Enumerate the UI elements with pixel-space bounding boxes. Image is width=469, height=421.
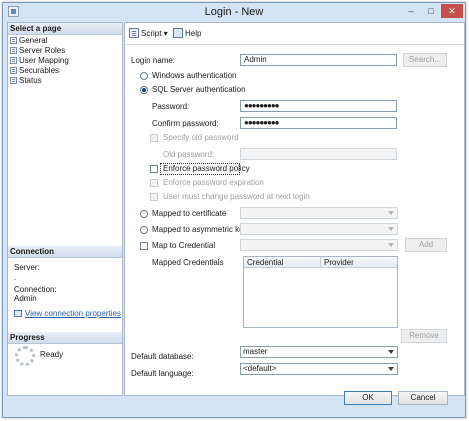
- page-icon: [10, 57, 17, 64]
- cancel-button[interactable]: Cancel: [398, 391, 448, 405]
- server-label: Server:: [14, 263, 40, 272]
- page-icon: [10, 47, 17, 54]
- sql-auth-radio[interactable]: [140, 86, 148, 94]
- default-language-select[interactable]: <default>: [240, 363, 398, 375]
- must-change-password-checkbox[interactable]: [150, 193, 158, 201]
- windows-auth-radio[interactable]: [140, 72, 148, 80]
- help-button[interactable]: Help: [173, 28, 201, 40]
- password-input[interactable]: ●●●●●●●●●: [240, 100, 397, 112]
- page-icon: [10, 67, 17, 74]
- minimize-button[interactable]: –: [401, 4, 421, 18]
- mapped-credentials-grid[interactable]: Credential Provider: [243, 256, 398, 328]
- mapped-certificate-label[interactable]: Mapped to certificate: [152, 209, 226, 219]
- script-icon: [129, 28, 139, 38]
- left-pane: Select a page General Server Roles User …: [7, 22, 123, 396]
- mapped-credentials-label: Mapped Credentials: [152, 258, 224, 267]
- page-icon: [10, 37, 17, 44]
- grid-col-credential[interactable]: Credential: [247, 258, 283, 267]
- chevron-down-icon: [388, 227, 394, 231]
- confirm-password-label: Confirm password:: [152, 119, 219, 128]
- title-bar[interactable]: Login - New – □ ✕: [3, 3, 465, 21]
- mapped-certificate-radio[interactable]: [140, 210, 148, 218]
- chevron-down-icon: [388, 243, 394, 247]
- properties-icon: [14, 310, 22, 317]
- ok-button[interactable]: OK: [344, 391, 392, 405]
- progress-spinner-icon: [15, 346, 35, 366]
- must-change-password-label[interactable]: User must change password at next login: [163, 192, 310, 202]
- map-credential-label[interactable]: Map to Credential: [152, 241, 215, 251]
- view-connection-properties[interactable]: View connection properties: [14, 309, 121, 318]
- windows-auth-label[interactable]: Windows authentication: [152, 71, 237, 81]
- map-credential-checkbox[interactable]: [140, 242, 148, 250]
- server-value: .: [14, 273, 17, 282]
- window-title: Login - New: [204, 6, 264, 18]
- close-button[interactable]: ✕: [441, 4, 463, 18]
- specify-old-password-checkbox[interactable]: [150, 134, 158, 142]
- help-icon: [173, 28, 183, 38]
- progress-status: Ready: [40, 350, 64, 359]
- page-icon: [10, 77, 17, 84]
- mapped-asymmetric-key-label[interactable]: Mapped to asymmetric key: [152, 225, 248, 235]
- default-database-select[interactable]: master: [240, 346, 398, 358]
- enforce-password-expiration-label[interactable]: Enforce password expiration: [163, 178, 264, 188]
- confirm-password-input[interactable]: ●●●●●●●●●: [240, 117, 397, 129]
- old-password-input[interactable]: [240, 148, 397, 160]
- certificate-select[interactable]: [240, 207, 398, 219]
- page-item-securables[interactable]: Securables: [10, 66, 59, 76]
- grid-header: Credential Provider: [244, 257, 397, 268]
- asymmetric-key-select[interactable]: [240, 223, 398, 235]
- select-page-header: Select a page: [8, 23, 122, 35]
- add-credential-button[interactable]: Add: [405, 238, 447, 252]
- toolbar-separator: [125, 44, 464, 45]
- grid-column-separator: [320, 257, 321, 268]
- connection-header: Connection: [8, 246, 122, 258]
- enforce-password-policy-checkbox[interactable]: [150, 165, 158, 173]
- chevron-down-icon: [388, 350, 394, 354]
- sql-auth-label[interactable]: SQL Server authentication: [152, 85, 246, 95]
- maximize-button[interactable]: □: [421, 4, 441, 18]
- chevron-down-icon: [388, 367, 394, 371]
- page-item-status[interactable]: Status: [10, 76, 42, 86]
- login-name-input[interactable]: Admin: [240, 54, 397, 66]
- default-database-label: Default database:: [131, 352, 194, 361]
- page-item-server-roles[interactable]: Server Roles: [10, 46, 65, 56]
- page-item-general[interactable]: General: [10, 36, 47, 46]
- remove-credential-button[interactable]: Remove: [401, 329, 447, 343]
- chevron-down-icon: [388, 211, 394, 215]
- enforce-password-policy-label[interactable]: Enforce password policy: [163, 164, 250, 174]
- connection-value: Admin: [14, 294, 37, 303]
- specify-old-password-label[interactable]: Specify old password: [163, 133, 239, 143]
- page-item-user-mapping[interactable]: User Mapping: [10, 56, 69, 66]
- grid-col-provider[interactable]: Provider: [324, 258, 354, 267]
- password-label: Password:: [152, 102, 190, 111]
- script-button[interactable]: Script ▾: [129, 28, 168, 40]
- search-button[interactable]: Search...: [403, 53, 447, 67]
- old-password-label: Old password:: [163, 150, 215, 159]
- connection-label: Connection:: [14, 285, 57, 294]
- login-name-label: Login name:: [131, 56, 176, 65]
- mapped-asymmetric-key-radio[interactable]: [140, 226, 148, 234]
- enforce-password-expiration-checkbox[interactable]: [150, 179, 158, 187]
- credential-select[interactable]: [240, 239, 398, 251]
- default-language-label: Default language:: [131, 369, 194, 378]
- chevron-down-icon[interactable]: ▾: [164, 29, 168, 38]
- progress-header: Progress: [8, 332, 122, 344]
